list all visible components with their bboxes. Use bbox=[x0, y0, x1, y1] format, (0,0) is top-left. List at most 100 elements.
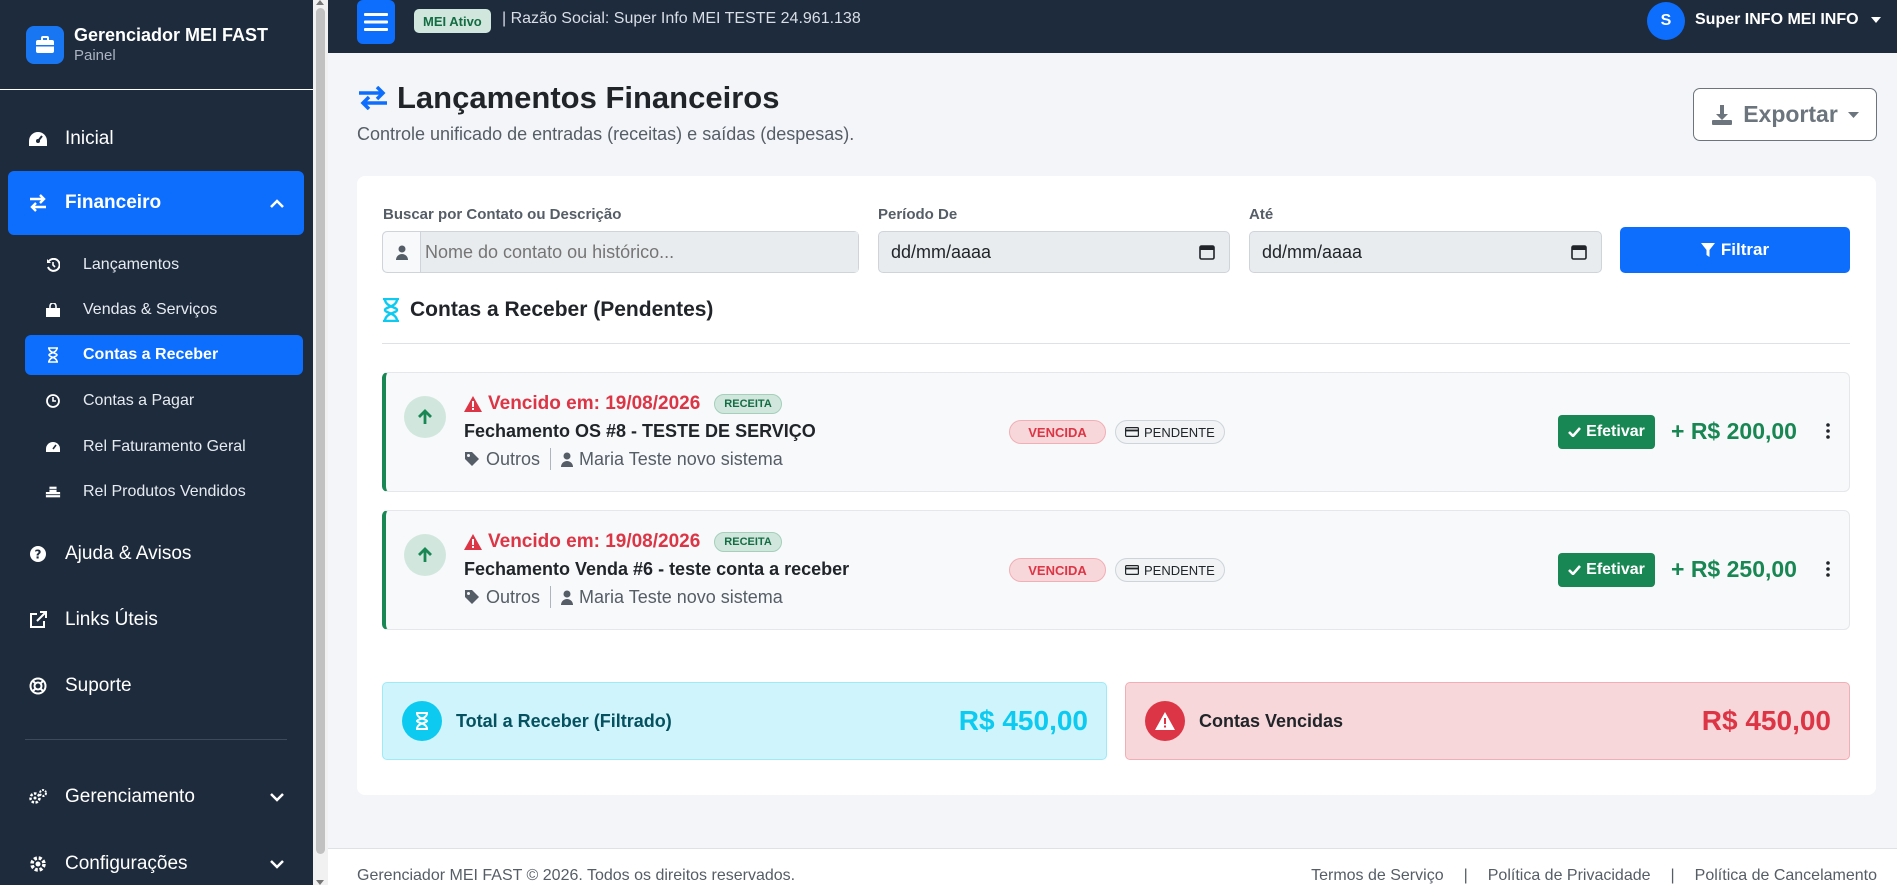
footer-link-privacidade[interactable]: Política de Privacidade bbox=[1488, 867, 1651, 885]
sidebar-item-suporte[interactable]: Suporte bbox=[8, 666, 304, 706]
page-subtitle: Controle unificado de entradas (receitas… bbox=[357, 124, 855, 144]
clock-icon bbox=[45, 393, 61, 409]
footer-link-cancelamento[interactable]: Política de Cancelamento bbox=[1695, 867, 1877, 885]
more-options-icon[interactable] bbox=[1821, 419, 1835, 443]
search-label: Buscar por Contato ou Descrição bbox=[383, 206, 622, 223]
check-icon bbox=[1568, 565, 1582, 575]
payment-badge-text: PENDENTE bbox=[1144, 562, 1215, 578]
hourglass-icon bbox=[402, 701, 442, 741]
sidebar-item-financeiro[interactable]: Financeiro bbox=[8, 171, 304, 235]
total-receivable-value: R$ 450,00 bbox=[958, 705, 1088, 736]
cogs-icon bbox=[27, 786, 49, 808]
sidebar-item-inicial[interactable]: Inicial bbox=[8, 119, 304, 159]
efetivar-button[interactable]: Efetivar bbox=[1558, 415, 1655, 449]
sidebar-subitem-label: Rel Produtos Vendidos bbox=[83, 483, 246, 500]
arrow-up-icon bbox=[404, 534, 446, 576]
entry-meta: Outros Maria Teste novo sistema bbox=[464, 586, 783, 608]
user-icon bbox=[561, 452, 574, 467]
razao-social: | Razão Social: Super Info MEI TESTE 24.… bbox=[502, 10, 861, 27]
filter-button[interactable]: Filtrar bbox=[1620, 227, 1850, 273]
avatar[interactable]: S bbox=[1647, 2, 1685, 40]
export-button[interactable]: Exportar bbox=[1693, 88, 1877, 141]
list-item[interactable]: Vencido em: 19/08/2026 RECEITA Fechament… bbox=[382, 372, 1850, 492]
sidebar-item-ajuda[interactable]: ? Ajuda & Avisos bbox=[8, 534, 304, 574]
sidebar-item-links[interactable]: Links Úteis bbox=[8, 600, 304, 640]
list-item[interactable]: Vencido em: 19/08/2026 RECEITA Fechament… bbox=[382, 510, 1850, 630]
sidebar-subitem-contas-pagar[interactable]: Contas a Pagar bbox=[25, 381, 303, 421]
check-icon bbox=[1568, 427, 1582, 437]
hourglass-icon bbox=[383, 298, 399, 322]
sidebar-item-label: Inicial bbox=[65, 128, 114, 149]
help-icon: ? bbox=[27, 543, 49, 565]
brand-subtitle: Painel bbox=[74, 46, 116, 64]
sidebar-subitem-vendas[interactable]: Vendas & Serviços bbox=[25, 290, 303, 330]
scroll-up-arrow-icon[interactable] bbox=[316, 0, 324, 5]
footer-links: Termos de Serviço | Política de Privacid… bbox=[1311, 867, 1877, 885]
due-date-text: Vencido em: 19/08/2026 bbox=[488, 531, 701, 552]
more-options-icon[interactable] bbox=[1821, 557, 1835, 581]
payment-badge: PENDENTE bbox=[1115, 558, 1225, 582]
sidebar-subitem-contas-receber[interactable]: Contas a Receber bbox=[25, 335, 303, 375]
user-menu[interactable]: Super INFO MEI INFO bbox=[1695, 11, 1881, 29]
overdue-value: R$ 450,00 bbox=[1701, 705, 1831, 736]
user-icon bbox=[383, 232, 421, 272]
sidebar-subitem-label: Lançamentos bbox=[83, 256, 180, 273]
page-title: Lançamentos Financeiros bbox=[357, 80, 779, 116]
sidebar-subitem-rel-faturamento[interactable]: Rel Faturamento Geral bbox=[25, 427, 303, 467]
mei-status-badge: MEI Ativo bbox=[414, 9, 491, 33]
brand[interactable]: Gerenciador MEI FAST Painel bbox=[0, 0, 313, 90]
entry-description: Fechamento Venda #6 - teste conta a rece… bbox=[464, 559, 850, 579]
scrollbar-thumb[interactable] bbox=[316, 8, 325, 854]
footer-link-termos[interactable]: Termos de Serviço bbox=[1311, 867, 1444, 885]
status-badge: VENCIDA bbox=[1009, 420, 1106, 444]
credit-card-icon bbox=[1125, 565, 1139, 575]
overdue-summary: Contas Vencidas R$ 450,00 bbox=[1125, 682, 1850, 760]
sidebar-scrollbar[interactable] bbox=[313, 0, 328, 885]
calendar-icon[interactable] bbox=[1199, 244, 1215, 260]
entry-contact: Maria Teste novo sistema bbox=[579, 586, 783, 607]
page-title-text: Lançamentos Financeiros bbox=[397, 80, 780, 115]
chevron-down-icon bbox=[270, 853, 284, 875]
sidebar-subitem-rel-produtos[interactable]: Rel Produtos Vendidos bbox=[25, 472, 303, 512]
sidebar-item-label: Configurações bbox=[65, 853, 188, 874]
payment-badge-text: PENDENTE bbox=[1144, 424, 1215, 440]
sidebar-item-label: Links Úteis bbox=[65, 609, 158, 630]
external-link-icon bbox=[27, 609, 49, 631]
sidebar-item-gerenciamento[interactable]: Gerenciamento bbox=[8, 777, 304, 817]
status-badge: VENCIDA bbox=[1009, 558, 1106, 582]
exchange-icon bbox=[27, 192, 49, 214]
entry-amount: + R$ 200,00 bbox=[1671, 418, 1797, 444]
export-label: Exportar bbox=[1743, 101, 1838, 127]
search-group bbox=[382, 231, 859, 273]
footer-copyright: Gerenciador MEI FAST © 2026. Todos os di… bbox=[357, 867, 796, 884]
scroll-down-arrow-icon[interactable] bbox=[316, 880, 324, 885]
menu-toggle-button[interactable] bbox=[357, 0, 395, 44]
entry-description: Fechamento OS #8 - TESTE DE SERVIÇO bbox=[464, 421, 816, 441]
tag-icon bbox=[465, 590, 479, 604]
filter-icon bbox=[1700, 243, 1715, 257]
overdue-label: Contas Vencidas bbox=[1199, 710, 1344, 731]
type-badge: RECEITA bbox=[714, 532, 782, 552]
download-icon bbox=[1712, 104, 1733, 125]
sidebar-item-label: Financeiro bbox=[65, 192, 162, 213]
entry-amount: + R$ 250,00 bbox=[1671, 556, 1797, 582]
main-card: Buscar por Contato ou Descrição Período … bbox=[357, 176, 1876, 795]
svg-text:?: ? bbox=[35, 548, 42, 562]
efetivar-button[interactable]: Efetivar bbox=[1558, 553, 1655, 587]
period-to-value: dd/mm/aaaa bbox=[1262, 241, 1363, 262]
calendar-icon[interactable] bbox=[1571, 244, 1587, 260]
period-from-field[interactable]: dd/mm/aaaa bbox=[878, 231, 1230, 273]
section-title: Contas a Receber (Pendentes) bbox=[382, 298, 713, 322]
payment-badge: PENDENTE bbox=[1115, 420, 1225, 444]
sidebar-subitem-lancamentos[interactable]: Lançamentos bbox=[25, 245, 303, 285]
warning-icon bbox=[464, 534, 482, 550]
caret-down-icon bbox=[1847, 111, 1859, 118]
search-input[interactable] bbox=[421, 232, 858, 272]
sidebar-subitem-label: Contas a Pagar bbox=[83, 392, 195, 409]
sidebar-item-configuracoes[interactable]: Configurações bbox=[8, 844, 304, 884]
due-date-text: Vencido em: 19/08/2026 bbox=[488, 393, 701, 414]
period-to-field[interactable]: dd/mm/aaaa bbox=[1249, 231, 1602, 273]
sidebar-subitem-label: Vendas & Serviços bbox=[83, 301, 218, 318]
chevron-down-icon bbox=[270, 786, 284, 808]
sidebar-item-label: Gerenciamento bbox=[65, 786, 195, 807]
